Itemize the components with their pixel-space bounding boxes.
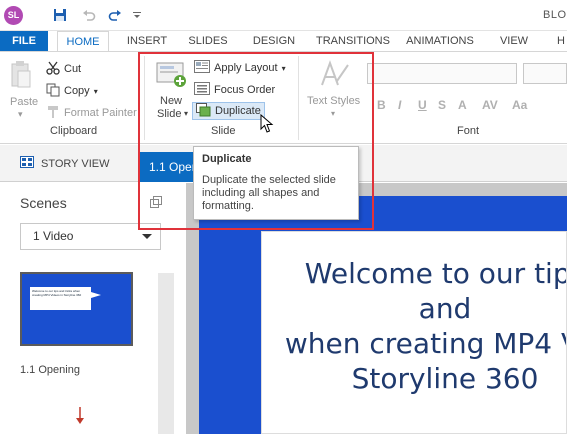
italic-button[interactable]: I: [398, 98, 401, 112]
new-slide-label: New: [160, 95, 183, 107]
story-view-tab[interactable]: STORY VIEW: [20, 156, 109, 171]
slide-title-text: Welcome to our tips and when creating MP…: [284, 257, 566, 395]
cut-button[interactable]: Cut: [46, 60, 81, 78]
clipboard-group-label: Clipboard: [50, 125, 98, 137]
undo-icon[interactable]: [80, 6, 98, 24]
font-size-field[interactable]: [523, 63, 567, 84]
strikethrough-button[interactable]: S: [438, 98, 446, 112]
font-group-label: Font: [457, 125, 480, 137]
tooltip-body: Duplicate the selected slide including a…: [202, 174, 336, 212]
new-slide-icon[interactable]: [156, 60, 188, 91]
char-spacing-button[interactable]: AV: [482, 98, 498, 112]
panel-restore-icon[interactable]: [150, 196, 162, 211]
duplicate-icon: [196, 102, 211, 120]
apply-layout-button[interactable]: Apply Layout ▾: [194, 59, 286, 77]
paste-dropdown-icon[interactable]: ▾: [18, 109, 23, 120]
scene-dropdown-value: 1 Video: [33, 229, 74, 243]
format-painter-label: Format Painter: [64, 107, 137, 119]
tab-file[interactable]: FILE: [0, 31, 48, 51]
story-view-icon: [20, 156, 34, 171]
apply-layout-label: Apply Layout: [214, 62, 278, 74]
focus-order-label: Focus Order: [214, 84, 276, 96]
thumbnail-arrow-icon: [91, 292, 101, 298]
format-painter-icon: [46, 105, 60, 122]
title-bar: SL BLO: [0, 0, 567, 31]
group-separator: [298, 56, 299, 140]
paste-label: Paste: [10, 96, 39, 108]
apply-layout-dropdown-icon: ▾: [281, 63, 286, 73]
new-slide-dropdown-icon[interactable]: ▾: [184, 109, 188, 118]
copy-dropdown-icon: ▾: [93, 86, 98, 96]
duplicate-tooltip: Duplicate Duplicate the selected slide i…: [193, 146, 359, 220]
thumbnail-text: Welcome to our tips and tricks when crea…: [30, 287, 91, 310]
ribbon-tabs: FILE HOME INSERT SLIDES DESIGN TRANSITIO…: [0, 31, 567, 52]
save-icon[interactable]: [51, 6, 69, 24]
ribbon: Paste ▾ Cut Copy ▾ Format Painter Clipbo…: [0, 51, 567, 144]
customize-qat-icon[interactable]: [128, 6, 146, 24]
text-styles-icon[interactable]: [318, 59, 350, 92]
slide[interactable]: Welcome to our tips and when creating MP…: [199, 196, 567, 434]
tooltip-title: Duplicate: [202, 153, 252, 165]
text-styles-dropdown-icon[interactable]: ▾: [331, 109, 335, 118]
tab-help[interactable]: H: [553, 31, 567, 51]
copy-label: Copy: [64, 85, 90, 97]
tab-view[interactable]: VIEW: [494, 31, 534, 51]
scenes-title: Scenes: [20, 195, 67, 211]
scenes-scrollbar[interactable]: [158, 273, 174, 434]
text-styles-label: Text Styles: [307, 95, 361, 107]
down-arrow-icon: [76, 407, 84, 428]
bold-button[interactable]: B: [377, 98, 386, 112]
font-family-field[interactable]: [367, 63, 517, 84]
focus-order-icon: [194, 82, 210, 98]
underline-button[interactable]: U: [418, 98, 427, 112]
new-slide-label-2: Slide: [157, 108, 182, 120]
tab-animations[interactable]: ANIMATIONS: [402, 31, 478, 51]
chevron-down-icon: [142, 234, 152, 239]
focus-order-button[interactable]: Focus Order: [194, 81, 275, 99]
window-title: BLO: [543, 9, 567, 21]
redo-icon[interactable]: [106, 6, 124, 24]
copy-icon: [46, 83, 60, 100]
scissors-icon: [46, 61, 60, 78]
group-separator: [144, 56, 145, 140]
slide-canvas: Welcome to our tips and when creating MP…: [186, 183, 567, 434]
tab-home[interactable]: HOME: [57, 31, 109, 52]
scene-dropdown[interactable]: 1 Video: [20, 223, 161, 250]
scenes-panel: Scenes 1 Video Welcome to our tips and t…: [0, 183, 176, 434]
font-color-button[interactable]: A: [458, 98, 467, 112]
avatar[interactable]: SL: [4, 6, 23, 25]
story-view-label: STORY VIEW: [41, 157, 110, 170]
cut-label: Cut: [64, 63, 82, 75]
change-case-button[interactable]: Aa: [512, 98, 527, 112]
tab-design[interactable]: DESIGN: [245, 31, 303, 51]
slide-text-box[interactable]: Welcome to our tips and when creating MP…: [261, 231, 567, 434]
duplicate-label: Duplicate: [215, 105, 261, 117]
layout-icon: [194, 60, 210, 76]
thumbnail-label: 1.1 Opening: [20, 364, 80, 376]
format-painter-button[interactable]: Format Painter: [46, 104, 137, 122]
slide-thumbnail[interactable]: Welcome to our tips and tricks when crea…: [20, 272, 133, 346]
paste-icon[interactable]: [10, 60, 32, 93]
slide-group-label: Slide: [211, 125, 236, 137]
duplicate-button[interactable]: Duplicate: [192, 102, 265, 120]
tab-insert[interactable]: INSERT: [121, 31, 173, 51]
tab-transitions[interactable]: TRANSITIONS: [312, 31, 394, 51]
mouse-cursor-icon: [260, 113, 274, 137]
tab-slide-opening[interactable]: 1.1 Opening: [139, 152, 199, 182]
tab-slides[interactable]: SLIDES: [182, 31, 234, 51]
copy-button[interactable]: Copy ▾: [46, 82, 98, 100]
